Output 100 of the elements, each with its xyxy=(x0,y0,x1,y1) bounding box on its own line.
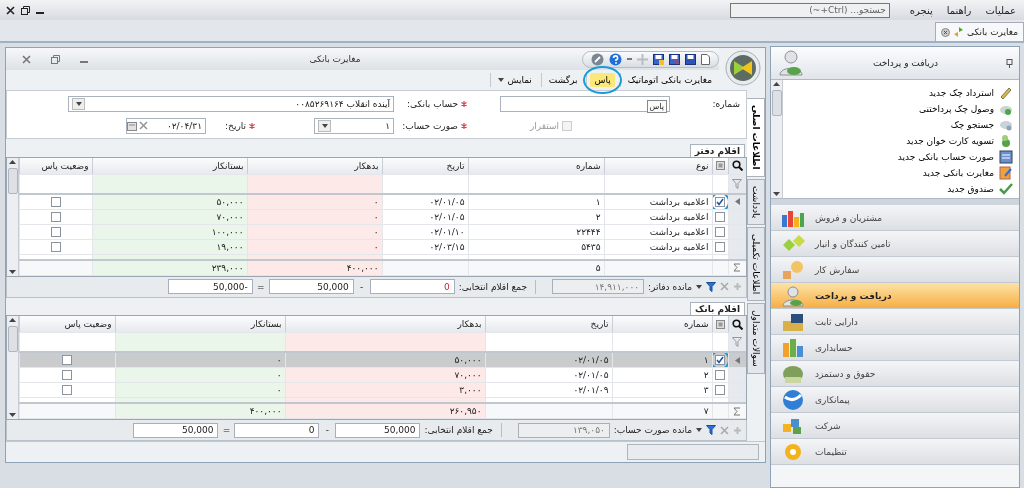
table-cell-text: ۱ xyxy=(594,196,601,207)
person-icon xyxy=(781,284,805,307)
scrollbar-thumb[interactable] xyxy=(771,90,782,116)
arrow-down-icon[interactable] xyxy=(9,413,16,417)
checkbox[interactable] xyxy=(715,370,725,381)
section-tab[interactable]: اقلام بانک xyxy=(690,302,745,315)
table-cell-text: ۰۲/۰۱/۰۵ xyxy=(428,211,465,222)
module-button[interactable]: مشتریان و فروش xyxy=(771,205,1019,231)
module-button[interactable]: دریافت و پرداخت xyxy=(771,283,1019,309)
close-icon[interactable] xyxy=(941,27,951,37)
table-cell-text: ۰۲/۰۱/۰۵ xyxy=(572,355,609,365)
table-cell-text: اعلامیه برداشت xyxy=(648,241,709,252)
checkbox[interactable] xyxy=(715,226,725,237)
module-button[interactable]: دارایی ثابت xyxy=(771,309,1019,335)
checkbox[interactable] xyxy=(62,385,73,396)
restore-icon[interactable] xyxy=(21,5,30,15)
scrollbar[interactable] xyxy=(7,157,19,276)
menu-item[interactable]: استرداد چک جدید xyxy=(928,86,1013,100)
save-icon[interactable] xyxy=(669,53,680,65)
operator: - xyxy=(324,425,331,435)
checkbox[interactable] xyxy=(715,385,725,396)
dropdown-button[interactable]: نمایش xyxy=(494,73,536,87)
date-field[interactable]: ۰۲/۰۴/۳۱ xyxy=(126,117,206,134)
close-icon[interactable] xyxy=(6,5,15,15)
arrow-up-icon[interactable] xyxy=(9,159,16,164)
filter-icon[interactable] xyxy=(706,281,716,292)
table-cell-text: ۱۰۰,۰۰۰ xyxy=(210,226,244,237)
menu-item[interactable]: راهنما xyxy=(944,4,974,16)
toolbar-button[interactable]: مغایرت بانکی اتوماتیک xyxy=(623,73,716,87)
module-button[interactable]: حسابداری xyxy=(771,335,1019,361)
module-button[interactable]: پیمانکاری xyxy=(771,387,1019,413)
arrow-down-icon[interactable] xyxy=(773,192,780,196)
table-cell-text: ۷۰,۰۰۰ xyxy=(215,211,244,222)
save-icon[interactable] xyxy=(653,53,664,65)
checkbox[interactable] xyxy=(715,355,725,366)
checkbox[interactable] xyxy=(715,196,725,207)
checkbox[interactable] xyxy=(62,355,73,366)
scrollbar-thumb[interactable] xyxy=(7,326,18,352)
module-button[interactable]: تنظیمات xyxy=(771,439,1019,465)
column-chooser-icon[interactable] xyxy=(715,161,725,170)
check-icon xyxy=(999,182,1013,196)
person-icon xyxy=(777,49,805,77)
menu-item[interactable]: مغایرت بانکی جدید xyxy=(922,166,1013,180)
table-cell-text: ۱ xyxy=(702,355,709,365)
side-tab[interactable]: یادداشت xyxy=(747,178,765,225)
sigma-icon xyxy=(733,406,742,416)
caret-icon xyxy=(696,428,702,432)
menu-item[interactable]: عملیات xyxy=(983,4,1018,16)
menu-item[interactable]: پنجره xyxy=(907,4,935,16)
number-field[interactable]: پاس xyxy=(500,95,670,112)
toolbar-button[interactable]: پاس xyxy=(590,73,615,87)
module-button[interactable]: تامین کنندگان و انبار xyxy=(771,231,1019,257)
menu-item[interactable]: صورت حساب بانکی جدید xyxy=(897,150,1013,164)
checkbox[interactable] xyxy=(50,196,61,207)
checkbox[interactable] xyxy=(50,226,61,237)
scrollbar-thumb[interactable] xyxy=(7,167,18,194)
table-cell-text: ۰۲/۰۱/۰۹ xyxy=(572,385,609,395)
checkbox[interactable] xyxy=(50,241,61,252)
filter-icon[interactable] xyxy=(706,425,716,435)
document-tab[interactable]: مغایرت بانکی xyxy=(935,22,1024,41)
menu-item[interactable]: تسویه کارت خوان جدید xyxy=(906,134,1013,148)
new-document-icon[interactable] xyxy=(701,53,710,65)
scrollbar[interactable] xyxy=(771,80,783,198)
menu-item[interactable]: وصول چک پرداختنی xyxy=(919,102,1013,116)
search-field[interactable]: جستجو... (Ctrl+~) xyxy=(729,2,890,18)
arrow-up-icon[interactable] xyxy=(9,318,16,322)
caret-icon xyxy=(498,78,505,82)
caret-icon xyxy=(75,101,82,106)
checkbox[interactable] xyxy=(715,241,725,252)
toolbar-button[interactable]: برگشت xyxy=(544,73,582,87)
table-cell-text: ۰۲/۰۱/۱۰ xyxy=(428,226,465,237)
field-label: حساب بانکی: xyxy=(406,98,458,109)
checkbox[interactable] xyxy=(50,211,61,222)
scrollbar[interactable] xyxy=(7,316,19,419)
amount-field: 0 xyxy=(234,422,320,438)
help-icon[interactable] xyxy=(609,52,622,66)
table-cell-text: اعلامیه برداشت xyxy=(648,211,709,222)
side-tab[interactable]: اطلاعات اصلی xyxy=(747,98,765,177)
section-tab[interactable]: اقلام دفتر xyxy=(689,143,745,157)
side-tab[interactable]: اطلاعات تکمیلی xyxy=(747,226,765,302)
edit-icon[interactable] xyxy=(591,52,604,66)
table-cell-text: ۵۰,۰۰۰ xyxy=(453,355,482,365)
pin-icon[interactable] xyxy=(1006,58,1013,68)
search-icon[interactable] xyxy=(731,318,743,330)
search-icon[interactable] xyxy=(731,160,743,171)
table-cell-text: ۰ xyxy=(372,226,379,237)
menu-item[interactable]: صندوق جدید xyxy=(947,182,1013,196)
statement-dropdown[interactable]: ۱ xyxy=(314,117,394,134)
table-cell-text: ۱۹,۰۰۰ xyxy=(215,241,244,252)
column-chooser-icon[interactable] xyxy=(715,319,725,329)
chart-icon xyxy=(781,336,805,359)
checkbox[interactable] xyxy=(62,370,73,381)
module-button[interactable]: شرکت xyxy=(771,413,1019,439)
menu-item[interactable]: جستجو چک xyxy=(950,118,1013,132)
save-icon[interactable] xyxy=(685,53,696,65)
arrow-up-icon[interactable] xyxy=(773,82,780,86)
checkbox[interactable] xyxy=(715,211,725,222)
side-tab[interactable]: سوالات متداول xyxy=(747,303,765,374)
bank-account-dropdown[interactable]: آینده انقلاب ۰۰۸۵۲۶۹۱۶۴ xyxy=(68,95,394,112)
arrow-down-icon[interactable] xyxy=(9,269,16,274)
